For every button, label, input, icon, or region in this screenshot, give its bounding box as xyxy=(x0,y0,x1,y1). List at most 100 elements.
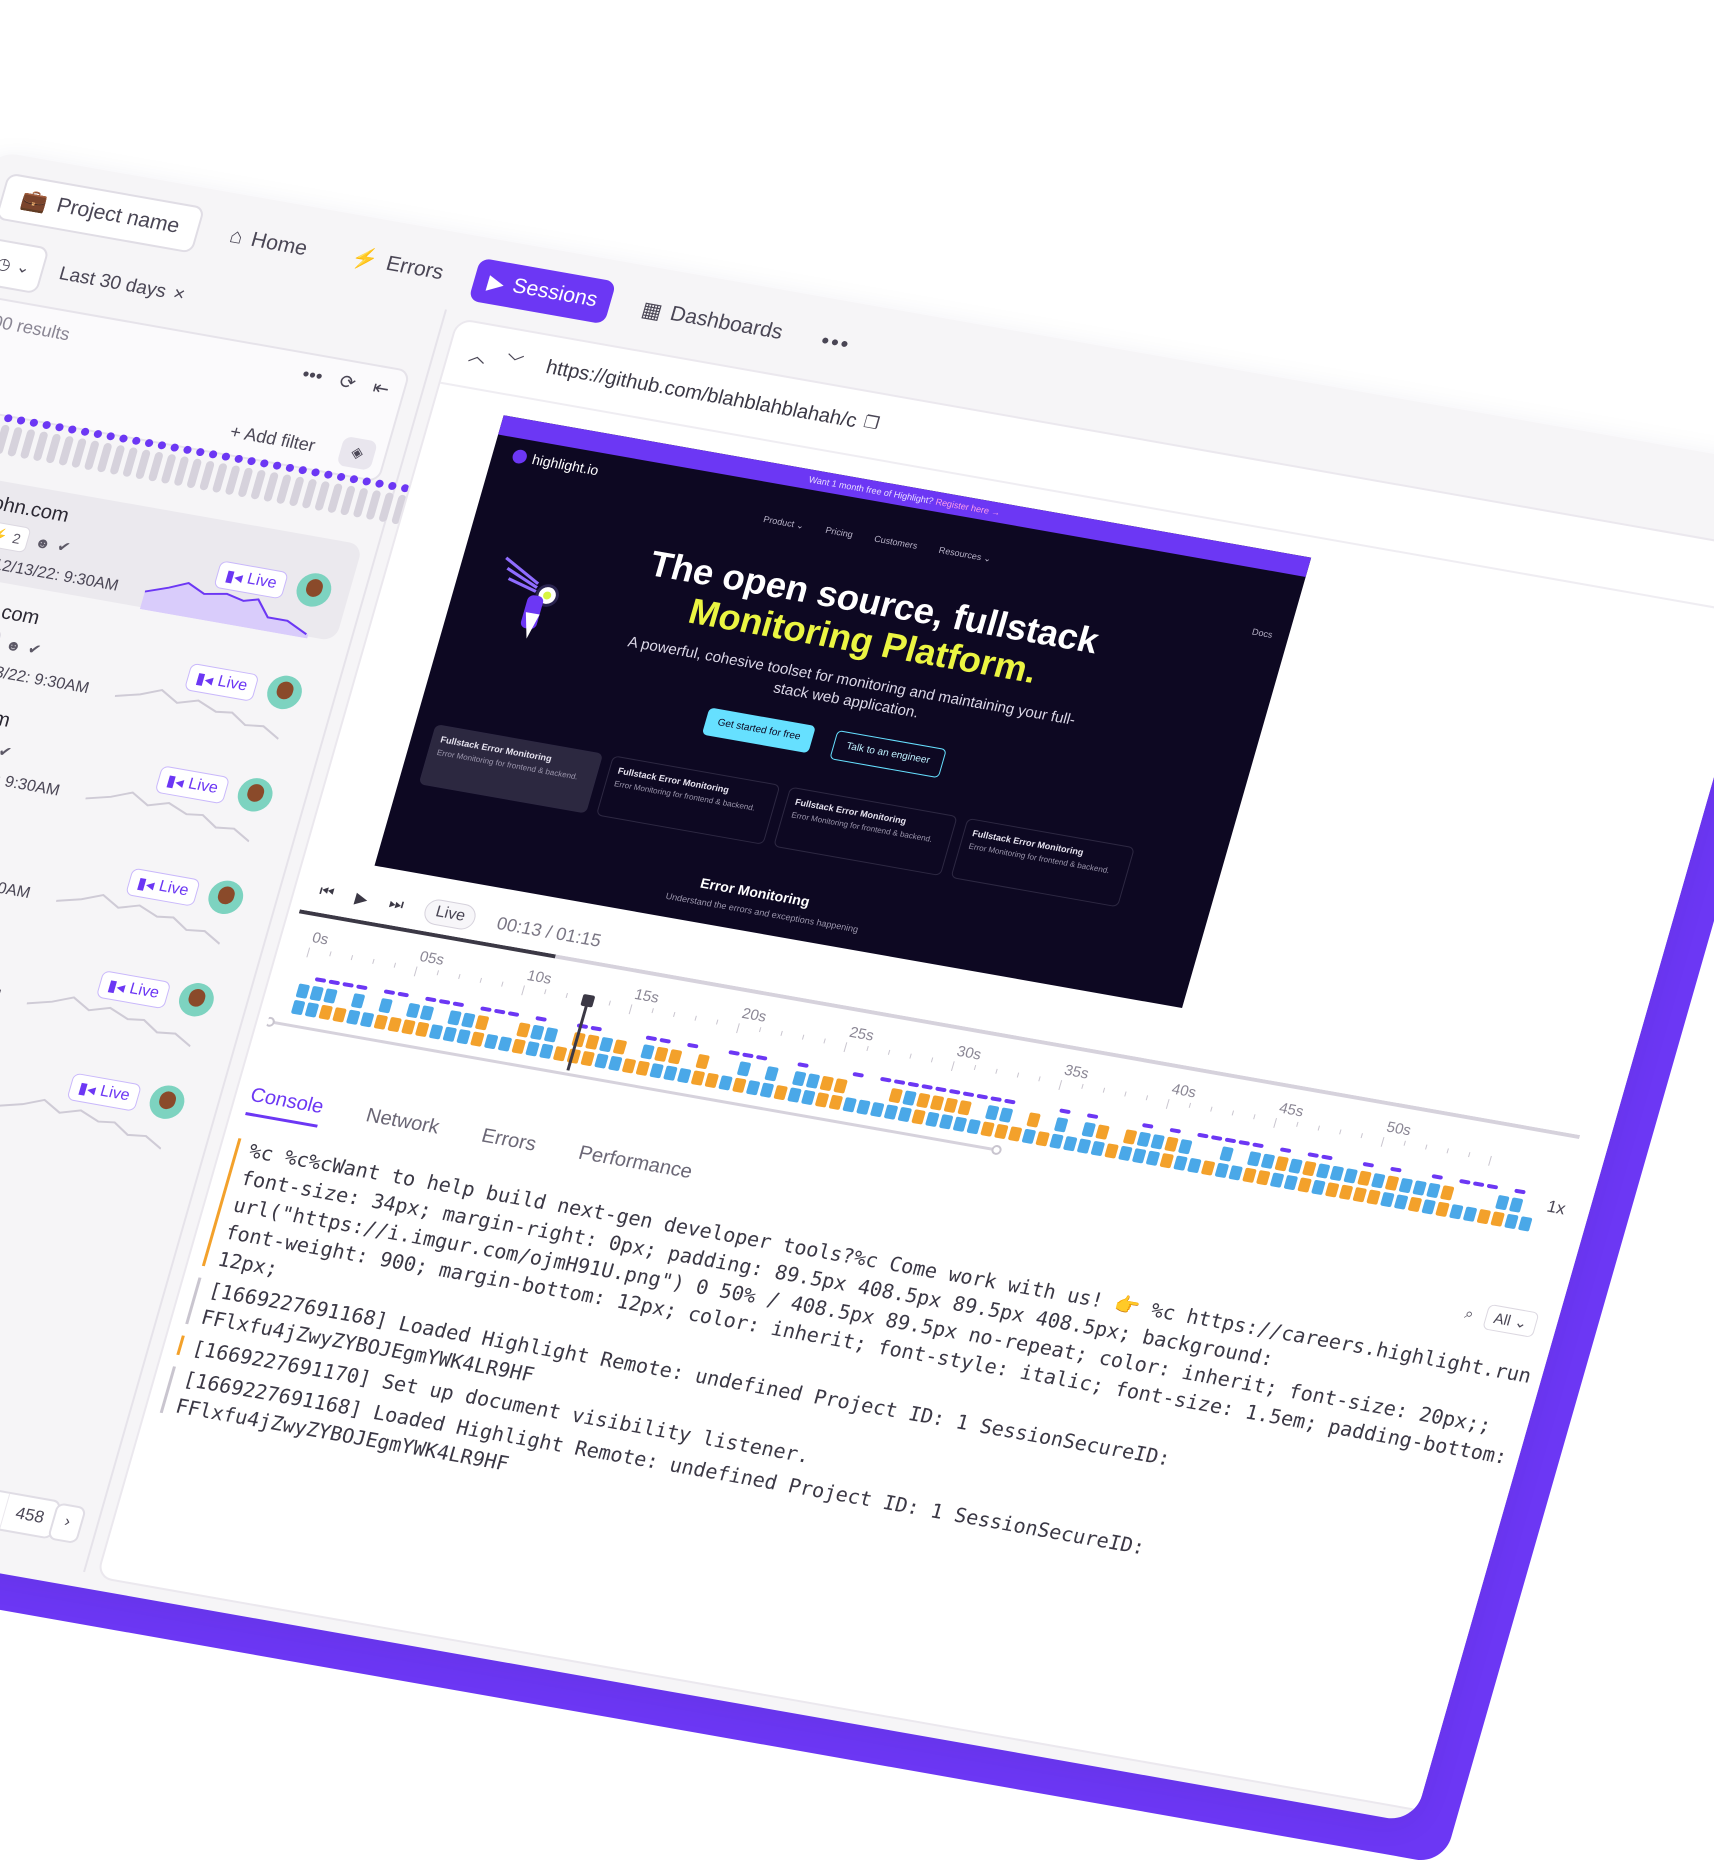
skip-forward-icon[interactable]: ⏭ xyxy=(387,895,406,915)
site-menu: Product ⌄ Pricing Customers Resources ⌄ xyxy=(762,514,992,565)
event-bar xyxy=(378,998,393,1014)
collapse-sidebar-icon[interactable]: ⇤ xyxy=(370,377,392,402)
check-circle-icon: ✔ xyxy=(55,538,73,557)
play-icon[interactable]: ▶ xyxy=(353,888,371,909)
event-bar xyxy=(792,1071,807,1087)
event-marker xyxy=(452,1001,464,1007)
event-bar xyxy=(1049,1133,1064,1149)
close-icon[interactable]: × xyxy=(170,283,188,306)
timeline-tick xyxy=(608,1000,611,1006)
event-bar xyxy=(1150,1134,1165,1150)
event-marker xyxy=(397,992,409,998)
event-marker xyxy=(907,1081,919,1088)
nav-errors[interactable]: ⚡ Errors xyxy=(332,234,463,297)
event-bar xyxy=(1504,1214,1519,1229)
event-bar xyxy=(332,1007,347,1023)
event-bar xyxy=(456,1029,471,1045)
timeline-tick xyxy=(393,962,397,968)
event-bar xyxy=(1215,1163,1229,1178)
timeline-tick-label: 15s xyxy=(632,986,661,1007)
play-icon: ▶ xyxy=(484,270,508,296)
tab-console[interactable]: Console xyxy=(245,1084,327,1128)
event-bar xyxy=(305,1002,319,1018)
event-bar xyxy=(1297,1177,1312,1193)
event-bar xyxy=(1201,1160,1215,1176)
event-bar xyxy=(833,1078,848,1094)
more-icon[interactable]: ••• xyxy=(299,364,325,390)
date-filter-chip[interactable]: Last 30 days × xyxy=(56,263,188,306)
tab-network[interactable]: Network xyxy=(361,1104,441,1148)
timeline-tick xyxy=(758,1027,762,1033)
event-bar xyxy=(1054,1117,1069,1133)
event-bar xyxy=(309,986,324,1001)
tab-performance[interactable]: Performance xyxy=(573,1142,695,1193)
nav-dashboards[interactable]: ▦ Dashboards xyxy=(622,285,802,357)
event-bar xyxy=(980,1121,995,1137)
layers-icon[interactable]: ◈ xyxy=(336,435,379,471)
copy-icon[interactable]: ❐ xyxy=(861,412,881,434)
playback-speed[interactable]: 1x xyxy=(1545,1197,1568,1219)
skip-back-icon[interactable]: ⏮ xyxy=(317,883,336,903)
event-bar xyxy=(635,1060,650,1076)
live-toggle[interactable]: Live xyxy=(421,897,480,932)
event-bar xyxy=(746,1080,760,1096)
event-marker xyxy=(1390,1167,1402,1173)
event-bar xyxy=(1518,1216,1533,1232)
date-filter-label: Last 30 days xyxy=(56,263,169,303)
clock-icon: ◷ xyxy=(0,255,13,275)
event-bar xyxy=(1509,1197,1524,1213)
event-bar xyxy=(475,1015,489,1031)
stage: 💼 Project name ⌂ Home ⚡ Errors ▶ Session… xyxy=(0,0,1714,1872)
event-bar xyxy=(1495,1195,1510,1211)
event-marker xyxy=(645,1035,657,1041)
refresh-icon[interactable]: ⟳ xyxy=(336,371,359,396)
event-bar xyxy=(957,1100,972,1116)
nav-more-button[interactable]: ••• xyxy=(810,326,862,359)
timeline-tick xyxy=(1081,1083,1084,1089)
timeline-tick-label: 10s xyxy=(525,967,554,988)
level-filter-select[interactable]: All ⌄ xyxy=(1481,1303,1540,1338)
briefcase-icon: 💼 xyxy=(18,187,51,215)
tab-errors[interactable]: Errors xyxy=(476,1125,539,1165)
event-bar xyxy=(677,1068,692,1084)
timeline-tick xyxy=(995,1068,998,1074)
level-filter-value: All xyxy=(1491,1310,1513,1330)
event-bar xyxy=(1021,1128,1036,1144)
time-range-dropdown[interactable]: ◷ ⌄ xyxy=(0,237,51,295)
timeline-tick xyxy=(1102,1087,1106,1093)
timeline-tick xyxy=(1296,1121,1299,1127)
nav-errors-label: Errors xyxy=(383,251,447,285)
timeline-tick xyxy=(458,974,461,980)
event-bar xyxy=(553,1046,567,1062)
tilted-app: 💼 Project name ⌂ Home ⚡ Errors ▶ Session… xyxy=(0,150,1714,1865)
url-nav-buttons: ︿ ﹀ xyxy=(466,341,526,375)
timeline-tick xyxy=(329,951,332,957)
event-marker xyxy=(328,979,340,986)
event-bar xyxy=(966,1119,981,1135)
search-icon[interactable]: ⌕ xyxy=(1463,1305,1476,1323)
timeline-tick xyxy=(887,1049,891,1055)
home-icon: ⌂ xyxy=(227,224,246,249)
event-bar xyxy=(1330,1166,1344,1181)
errors-count: 2 xyxy=(10,530,23,547)
event-bar xyxy=(870,1102,885,1118)
event-bar xyxy=(1476,1209,1491,1225)
chevron-up-icon[interactable]: ︿ xyxy=(466,341,490,368)
event-marker xyxy=(742,1052,754,1058)
event-bar xyxy=(1008,1126,1022,1142)
event-bar xyxy=(1173,1155,1188,1171)
event-bar xyxy=(1063,1136,1078,1152)
event-bar xyxy=(842,1097,857,1113)
event-marker xyxy=(480,1006,492,1012)
nav-home[interactable]: ⌂ Home xyxy=(210,212,326,273)
timeline-tick xyxy=(1380,1136,1385,1147)
event-bar xyxy=(930,1095,944,1111)
nav-sessions[interactable]: ▶ Sessions xyxy=(468,257,617,325)
event-bar xyxy=(1357,1170,1372,1186)
site-cta-get-started: Get started for free xyxy=(701,707,816,754)
event-bar xyxy=(939,1114,954,1130)
grid-icon: ▦ xyxy=(638,297,665,324)
add-filter-button[interactable]: + Add filter xyxy=(228,421,318,456)
event-bar xyxy=(498,1036,512,1052)
chevron-down-icon[interactable]: ﹀ xyxy=(503,347,527,374)
